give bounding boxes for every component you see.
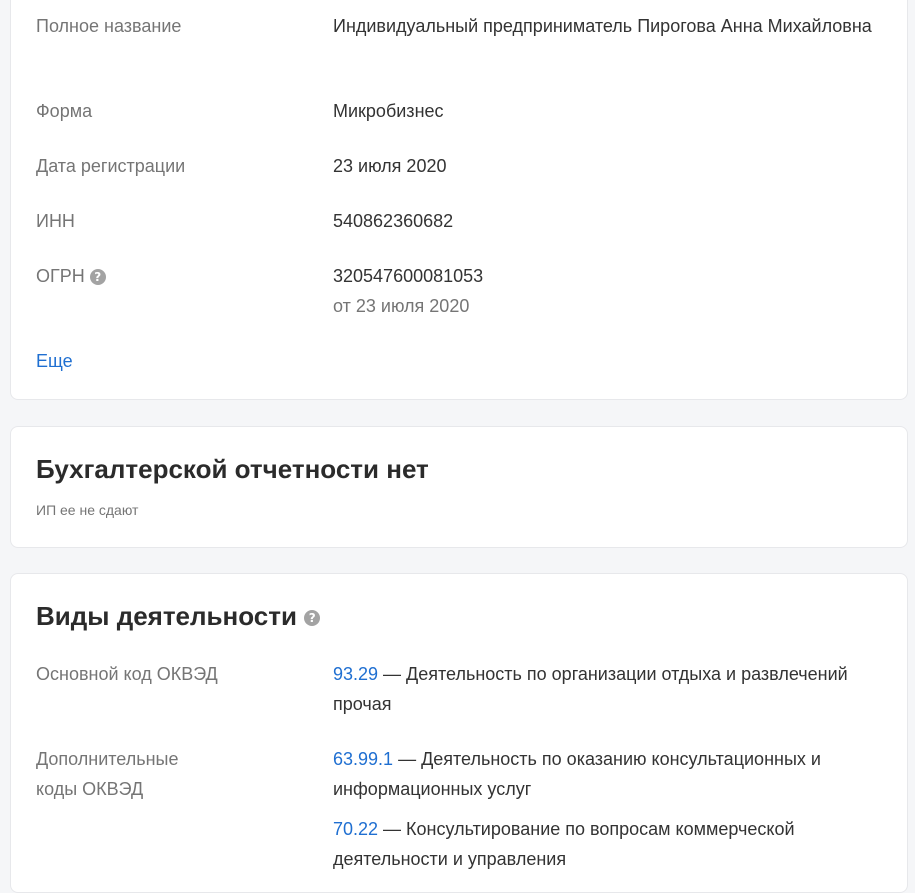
inn-value: 540862360682: [333, 211, 454, 231]
ogrn-row: ОГРН ? 320547600081053 от 23 июля 2020: [36, 261, 887, 321]
okved-code-link[interactable]: 70.22: [333, 819, 378, 839]
full-name-value: Индивидуальный предприниматель Пирогова …: [333, 16, 872, 36]
form-row: Форма Микробизнес: [36, 96, 887, 126]
ogrn-date: от 23 июля 2020: [333, 296, 470, 316]
question-circle-icon[interactable]: ?: [304, 610, 321, 627]
extra-okved-label: Дополнительные коды ОКВЭД: [36, 749, 179, 799]
reg-date-row: Дата регистрации 23 июля 2020: [36, 151, 887, 181]
main-okved-label: Основной код ОКВЭД: [36, 664, 218, 684]
okved-description: — Деятельность по оказанию консультацион…: [333, 749, 821, 799]
form-label: Форма: [36, 101, 93, 121]
ogrn-label: ОГРН: [36, 266, 85, 286]
extra-okved-list: 63.99.1 — Деятельность по оказанию консу…: [333, 744, 883, 874]
full-name-label: Полное название: [36, 16, 182, 36]
activities-card: Виды деятельности ? Основной код ОКВЭД 9…: [10, 573, 908, 893]
main-okved-row: Основной код ОКВЭД 93.29 — Деятельность …: [36, 659, 887, 719]
ogrn-value-wrap: 320547600081053 от 23 июля 2020: [333, 261, 883, 321]
accounting-card: Бухгалтерской отчетности нет ИП ее не сд…: [10, 426, 908, 548]
okved-code-link[interactable]: 63.99.1: [333, 749, 393, 769]
activities-title-wrap: Виды деятельности ?: [36, 599, 321, 633]
list-item: 70.22 — Консультирование по вопросам ком…: [333, 814, 883, 874]
extra-okved-row: Дополнительные коды ОКВЭД 63.99.1 — Деят…: [36, 744, 887, 884]
reg-date-value: 23 июля 2020: [333, 156, 447, 176]
form-value: Микробизнес: [333, 101, 444, 121]
reg-date-label: Дата регистрации: [36, 156, 186, 176]
inn-row: ИНН 540862360682: [36, 206, 887, 236]
main-okved-value: 93.29 — Деятельность по организации отды…: [333, 659, 883, 719]
more-row: Еще: [36, 346, 887, 376]
okved-code-link[interactable]: 93.29: [333, 664, 378, 684]
question-circle-icon[interactable]: ?: [89, 269, 106, 286]
more-link[interactable]: Еще: [36, 346, 296, 376]
full-name-row: Полное название Индивидуальный предприни…: [36, 11, 887, 71]
details-card: Полное название Индивидуальный предприни…: [10, 0, 908, 400]
list-item: 63.99.1 — Деятельность по оказанию консу…: [333, 744, 883, 804]
ogrn-value: 320547600081053: [333, 266, 484, 286]
okved-description: — Деятельность по организации отдыха и р…: [333, 664, 848, 714]
accounting-note: ИП ее не сдают: [36, 502, 139, 518]
accounting-title: Бухгалтерской отчетности нет: [36, 454, 429, 484]
activities-title: Виды деятельности: [36, 601, 297, 631]
okved-description: — Консультирование по вопросам коммерчес…: [333, 819, 795, 869]
inn-label: ИНН: [36, 211, 75, 231]
ogrn-label-wrap: ОГРН ?: [36, 261, 296, 291]
